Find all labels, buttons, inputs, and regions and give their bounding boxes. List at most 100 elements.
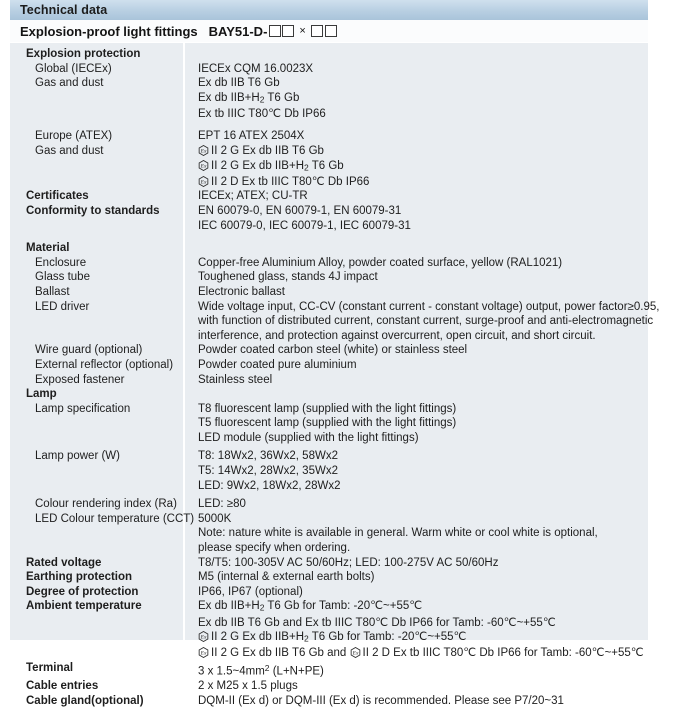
spec-row-ambient-temperature: Ambient temperature Ex db IIB+H2 T6 Gb fo… [10,599,648,660]
spec-row-explosion-protection: Explosion protection [10,47,648,62]
page-title: Technical data [20,3,108,17]
spec-value-line: Ex db IIB T6 Gb [198,77,280,90]
model-placeholder-box [282,25,295,37]
spec-row-europe-atex: Europe (ATEX) EPT 16 ATEX 2504X [10,129,648,144]
spec-value-lamp-specification: T8 fluorescent lamp (supplied with the l… [183,402,648,446]
model-prefix: BAY51-D- [208,23,268,39]
svg-text:Ex: Ex [200,179,207,185]
spec-value-exposed-fastener: Stainless steel [183,373,648,388]
spec-value-line: Ex tb IIIC T80℃ Db IP66 [198,107,326,120]
spec-value-line: Note: nature white is available in gener… [198,527,598,540]
spec-label-material: Material [26,242,70,255]
spec-value-line: LED: 9Wx2, 18Wx2, 28Wx2 [198,479,341,492]
product-name: Explosion-proof light fittings [20,23,198,39]
spec-value-line: LED module (supplied with the light fitt… [198,431,419,444]
spec-value-line: IECEx CQM 16.0023X [198,62,314,75]
atex-ex-hexagon-icon: Ex [198,145,209,157]
spec-value-ballast: Electronic ballast [183,285,648,300]
atex-ex-hexagon-icon: Ex [198,159,209,171]
spec-value-line: Ex II 2 G Ex db IIB+H2 T6 Gb [198,159,648,175]
spec-value-line: LED: ≥80 [198,498,246,511]
spec-label-cable-gland: Cable gland(optional) [26,694,144,707]
subscript: 2 [259,94,265,105]
spec-label-lamp: Lamp [26,388,57,401]
spec-value-enclosure: Copper-free Aluminium Alloy, powder coat… [183,256,648,271]
model-code: BAY51-D- × [209,24,337,39]
spec-row-degree-of-protection: Degree of protection IP66, IP67 (optional… [10,585,648,600]
spec-label-exposed-fastener: Exposed fastener [35,373,125,386]
spec-label-gas-and-dust-atex: Gas and dust [35,145,104,158]
spec-row-wire-guard: Wire guard (optional) Powder coated carbo… [10,343,648,358]
spec-value-line: Stainless steel [198,373,273,386]
spec-value-explosion-protection [183,47,648,62]
spec-value-cable-gland: DQM-II (Ex d) or DQM-III (Ex d) is recom… [183,694,648,708]
spec-value-line: T5: 14Wx2, 28Wx2, 35Wx2 [198,465,338,478]
spec-value-line: IP66, IP67 (optional) [198,585,303,598]
spec-value-led-colour-temperature: 5000K Note: nature white is available in … [183,512,648,556]
spec-value-external-reflector: Powder coated pure aluminium [183,358,648,373]
spec-row-list: Explosion protection Global (IECEx) IECEx… [10,43,659,708]
spec-value-ambient-temperature: Ex db IIB+H2 T6 Gb for Tamb: -20℃~+55℃ Ex… [183,599,648,660]
spec-value-line: Electronic ballast [198,285,285,298]
row-spacer [10,233,648,241]
spec-label-rated-voltage: Rated voltage [26,556,102,569]
spec-label-degree-of-protection: Degree of protection [26,585,139,598]
spec-label-terminal: Terminal [26,661,74,674]
spec-label-cable-entries: Cable entries [26,679,99,692]
spec-value-line: Ex II 2 G Ex db IIB T6 Gb [198,144,648,159]
spec-value-lamp-power: T8: 18Wx2, 36Wx2, 58Wx2 T5: 14Wx2, 28Wx2,… [183,449,648,493]
spec-row-cable-entries: Cable entries 2 x M25 x 1.5 plugs [10,679,648,694]
model-placeholder-box [311,25,324,37]
model-placeholder-box [324,25,337,37]
row-spacer [10,121,648,129]
spec-label-led-driver: LED driver [35,300,90,313]
spec-value-line: Powder coated carbon steel (white) or st… [198,344,468,357]
spec-value-colour-rendering-index: LED: ≥80 [183,497,648,512]
subscript: 2 [304,633,309,644]
spec-label-earthing-protection: Earthing protection [26,571,133,584]
svg-text:Ex: Ex [200,635,207,641]
spec-value-line: 2 x M25 x 1.5 plugs [198,679,298,692]
spec-value-line: interference, and protection against ove… [198,329,596,342]
spec-value-line: Ex db IIB+H2 T6 Gb for Tamb: -20℃~+55℃ [198,600,423,613]
svg-text:Ex: Ex [200,149,207,155]
spec-value-gas-and-dust-iecex: Ex db IIB T6 Gb Ex db IIB+H2 T6 Gb Ex tb I… [183,76,648,121]
spec-label-ambient-temperature: Ambient temperature [26,600,142,613]
spec-row-conformity-to-standards: Conformity to standards EN 60079-0, EN 60… [10,204,648,233]
spec-value-gas-and-dust-atex: Ex II 2 G Ex db IIB T6 Gb Ex II 2 G Ex db I… [183,144,648,189]
spec-label-glass-tube: Glass tube [35,271,90,284]
spec-row-rated-voltage: Rated voltage T8/T5: 100-305V AC 50/60Hz;… [10,556,648,571]
spec-label-lamp-power: Lamp power (W) [35,450,120,463]
model-placeholder-box [268,25,281,37]
spec-row-glass-tube: Glass tube Toughened glass, stands 4J imp… [10,270,648,285]
spec-value-line: please specify when ordering. [198,542,351,555]
spec-label-certificates: Certificates [26,190,89,203]
spec-label-external-reflector: External reflector (optional) [35,358,174,371]
spec-value-line: Ex II 2 D Ex tb IIIC T80℃ Db IP66 [198,175,648,190]
spec-value-line: T8/T5: 100-305V AC 50/60Hz; LED: 100-275… [198,556,499,569]
spec-value-conformity-to-standards: EN 60079-0, EN 60079-1, EN 60079-31 IEC 6… [183,204,648,233]
atex-ex-hexagon-icon: Ex [198,631,209,643]
spec-value-line: DQM-II (Ex d) or DQM-III (Ex d) is recom… [198,694,564,707]
spec-row-colour-rendering-index: Colour rendering index (Ra) LED: ≥80 [10,497,648,512]
technical-data-title-bar: Technical data [10,0,648,20]
spec-value-material [183,241,648,256]
svg-text:Ex: Ex [200,163,207,169]
model-separator: × [299,25,306,37]
spec-value-degree-of-protection: IP66, IP67 (optional) [183,585,648,600]
spec-row-lamp-specification: Lamp specification T8 fluorescent lamp (s… [10,402,648,446]
spec-value-line: T8 fluorescent lamp (supplied with the l… [198,402,457,415]
technical-data-sheet: Technical data Explosion-proof light fit… [10,0,659,707]
spec-value-terminal: 3 x 1.5~4mm2 (L+N+PE) [183,661,648,679]
spec-value-line: Wide voltage input, CC-CV (constant curr… [198,300,660,313]
spec-row-lamp: Lamp [10,387,648,402]
spec-value-line: Ex db IIB+H2 T6 Gb [198,91,300,105]
spec-value-line: EN 60079-0, EN 60079-1, EN 60079-31 [198,204,402,217]
spec-label-conformity-to-standards: Conformity to standards [26,204,160,217]
spec-value-wire-guard: Powder coated carbon steel (white) or st… [183,343,648,358]
spec-value-lamp [183,387,648,402]
spec-value-line: Ex II 2 G Ex db IIB+H2 T6 Gb for Tamb: -2… [198,630,648,646]
subscript: 2 [259,602,265,613]
spec-label-enclosure: Enclosure [35,256,87,269]
spec-value-earthing-protection: M5 (internal & external earth bolts) [183,570,648,585]
